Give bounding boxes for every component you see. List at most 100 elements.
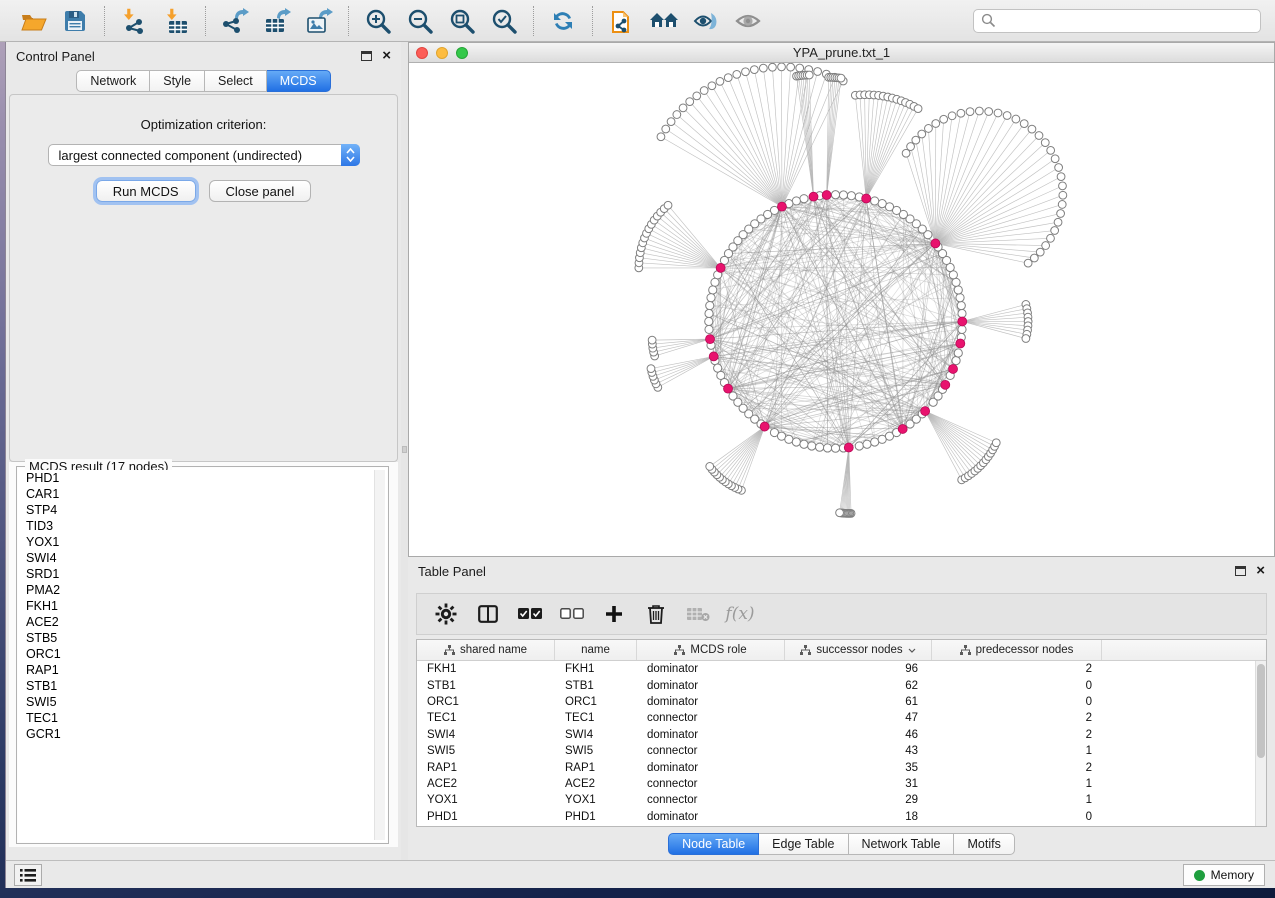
network-window-titlebar[interactable]: YPA_prune.txt_1 <box>409 43 1274 63</box>
show-log-button[interactable] <box>14 864 42 886</box>
import-table-button[interactable] <box>159 5 193 37</box>
table-cell[interactable]: 46 <box>785 729 932 741</box>
table-cell[interactable]: SWI5 <box>555 745 637 757</box>
table-row[interactable]: SWI4SWI4dominator462 <box>417 727 1255 743</box>
table-settings-button[interactable] <box>431 599 461 629</box>
table-cell[interactable]: 43 <box>785 745 932 757</box>
mcds-result-item[interactable]: YOX1 <box>20 534 374 550</box>
tab-node-table[interactable]: Node Table <box>668 833 759 855</box>
table-cell[interactable]: 0 <box>932 696 1102 708</box>
scrollbar-thumb[interactable] <box>1257 664 1265 758</box>
float-panel-icon[interactable] <box>1235 566 1246 576</box>
table-cell[interactable]: STB1 <box>555 680 637 692</box>
table-cell[interactable]: 61 <box>785 696 932 708</box>
run-mcds-button[interactable]: Run MCDS <box>96 180 196 202</box>
vertical-splitter[interactable] <box>401 42 408 860</box>
column-header-mcds-role[interactable]: MCDS role <box>637 640 785 660</box>
table-cell[interactable]: 2 <box>932 712 1102 724</box>
network-canvas[interactable] <box>409 63 1274 556</box>
mcds-result-item[interactable]: GCR1 <box>20 726 374 742</box>
tab-edge-table[interactable]: Edge Table <box>759 833 848 855</box>
table-cell[interactable]: 2 <box>932 729 1102 741</box>
table-cell[interactable]: dominator <box>637 680 785 692</box>
table-cell[interactable]: dominator <box>637 729 785 741</box>
mcds-result-item[interactable]: PMA2 <box>20 582 374 598</box>
column-header-successor-nodes[interactable]: successor nodes <box>785 640 932 660</box>
table-cell[interactable]: 2 <box>932 663 1102 675</box>
table-cell[interactable]: RAP1 <box>417 762 555 774</box>
table-row[interactable]: FKH1FKH1dominator962 <box>417 661 1255 677</box>
mcds-result-item[interactable]: STB1 <box>20 678 374 694</box>
table-cell[interactable]: 0 <box>932 811 1102 823</box>
tab-mcds[interactable]: MCDS <box>267 70 331 92</box>
table-cell[interactable]: ACE2 <box>417 778 555 790</box>
zoom-out-button[interactable] <box>403 5 437 37</box>
table-cell[interactable]: connector <box>637 778 785 790</box>
save-session-button[interactable] <box>58 5 92 37</box>
table-cell[interactable]: connector <box>637 712 785 724</box>
table-cell[interactable]: FKH1 <box>417 663 555 675</box>
zoom-fit-button[interactable] <box>445 5 479 37</box>
column-header-predecessor-nodes[interactable]: predecessor nodes <box>932 640 1102 660</box>
import-network-button[interactable] <box>117 5 151 37</box>
refresh-network-button[interactable] <box>546 5 580 37</box>
table-cell[interactable]: SWI4 <box>417 729 555 741</box>
table-cell[interactable]: ACE2 <box>555 778 637 790</box>
table-row[interactable]: STB1STB1dominator620 <box>417 677 1255 693</box>
zoom-in-button[interactable] <box>361 5 395 37</box>
table-cell[interactable]: dominator <box>637 811 785 823</box>
share-network-button[interactable] <box>605 5 639 37</box>
close-panel-icon[interactable]: × <box>1256 566 1265 576</box>
optimization-criterion-dropdown[interactable]: largest connected component (undirected) <box>48 144 360 166</box>
mcds-result-item[interactable]: SRD1 <box>20 566 374 582</box>
table-cell[interactable]: 96 <box>785 663 932 675</box>
float-panel-icon[interactable] <box>361 51 372 61</box>
mcds-result-item[interactable]: CAR1 <box>20 486 374 502</box>
mcds-result-item[interactable]: TEC1 <box>20 710 374 726</box>
column-header-shared-name[interactable]: shared name <box>417 640 555 660</box>
table-cell[interactable]: 1 <box>932 778 1102 790</box>
tab-select[interactable]: Select <box>205 70 267 92</box>
tab-style[interactable]: Style <box>150 70 205 92</box>
table-cell[interactable]: YOX1 <box>555 794 637 806</box>
table-scrollbar[interactable] <box>1255 661 1266 826</box>
table-cell[interactable]: dominator <box>637 762 785 774</box>
table-row[interactable]: ACE2ACE2connector311 <box>417 776 1255 792</box>
tab-network[interactable]: Network <box>76 70 150 92</box>
close-panel-button[interactable]: Close panel <box>209 180 312 202</box>
mcds-result-item[interactable]: FKH1 <box>20 598 374 614</box>
mcds-result-item[interactable]: TID3 <box>20 518 374 534</box>
table-cell[interactable]: STB1 <box>417 680 555 692</box>
table-cell[interactable]: 18 <box>785 811 932 823</box>
select-all-button[interactable] <box>515 599 545 629</box>
table-cell[interactable]: TEC1 <box>417 712 555 724</box>
add-column-button[interactable] <box>599 599 629 629</box>
mcds-result-item[interactable]: PHD1 <box>20 470 374 486</box>
export-image-button[interactable] <box>302 5 336 37</box>
table-row[interactable]: YOX1YOX1connector291 <box>417 792 1255 808</box>
table-row[interactable]: SWI5SWI5connector431 <box>417 743 1255 759</box>
table-cell[interactable]: TEC1 <box>555 712 637 724</box>
memory-button[interactable]: Memory <box>1183 864 1265 886</box>
table-cell[interactable]: 1 <box>932 794 1102 806</box>
table-cell[interactable]: 1 <box>932 745 1102 757</box>
export-table-button[interactable] <box>260 5 294 37</box>
table-cell[interactable]: 35 <box>785 762 932 774</box>
mcds-result-item[interactable]: STP4 <box>20 502 374 518</box>
home-button[interactable] <box>647 5 681 37</box>
mcds-result-item[interactable]: RAP1 <box>20 662 374 678</box>
tab-motifs[interactable]: Motifs <box>954 833 1014 855</box>
zoom-selected-button[interactable] <box>487 5 521 37</box>
table-row[interactable]: ORC1ORC1dominator610 <box>417 694 1255 710</box>
table-cell[interactable]: ORC1 <box>555 696 637 708</box>
mcds-result-item[interactable]: SWI4 <box>20 550 374 566</box>
unselect-all-button[interactable] <box>557 599 587 629</box>
show-column-button[interactable] <box>473 599 503 629</box>
delete-table-button[interactable] <box>683 599 713 629</box>
table-cell[interactable]: dominator <box>637 663 785 675</box>
mcds-result-item[interactable]: SWI5 <box>20 694 374 710</box>
table-cell[interactable]: RAP1 <box>555 762 637 774</box>
table-cell[interactable]: ORC1 <box>417 696 555 708</box>
table-cell[interactable]: 0 <box>932 680 1102 692</box>
table-cell[interactable]: SWI5 <box>417 745 555 757</box>
